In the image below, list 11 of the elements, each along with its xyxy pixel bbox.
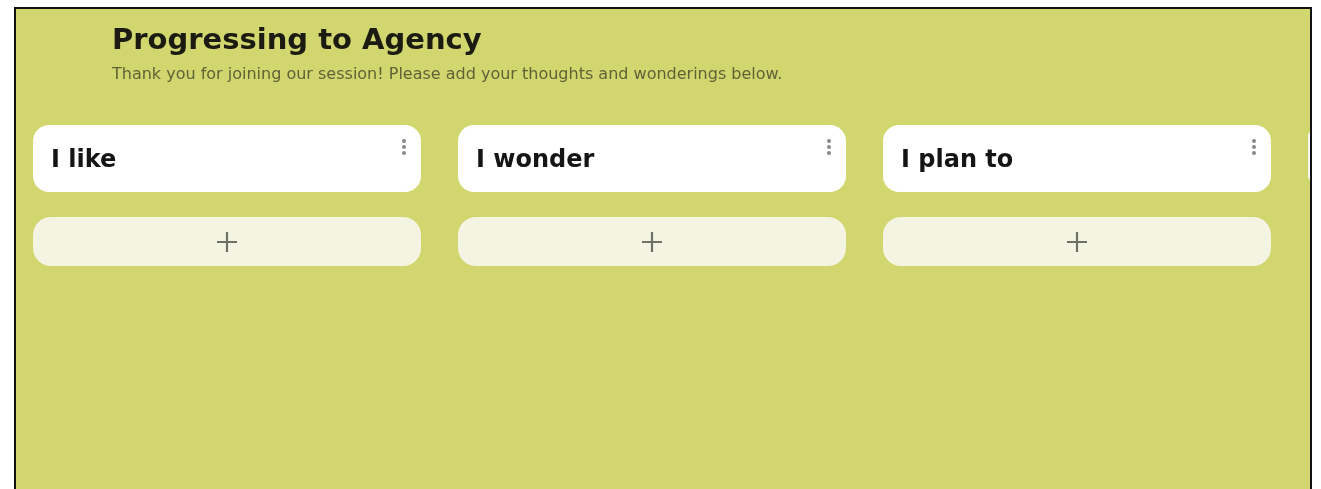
plus-icon	[641, 230, 663, 253]
board-title: Progressing to Agency	[112, 21, 482, 58]
more-icon[interactable]	[1251, 138, 1257, 156]
plus-icon	[1066, 230, 1088, 253]
more-icon[interactable]	[401, 138, 407, 156]
plus-icon	[216, 230, 238, 253]
more-icon[interactable]	[826, 138, 832, 156]
column-title: I plan to	[901, 144, 1014, 173]
column-title: I like	[51, 144, 117, 173]
column-title: I wonder	[476, 144, 595, 173]
board-description: Thank you for joining our session! Please add your thoughts and wonderings below.	[112, 63, 783, 85]
